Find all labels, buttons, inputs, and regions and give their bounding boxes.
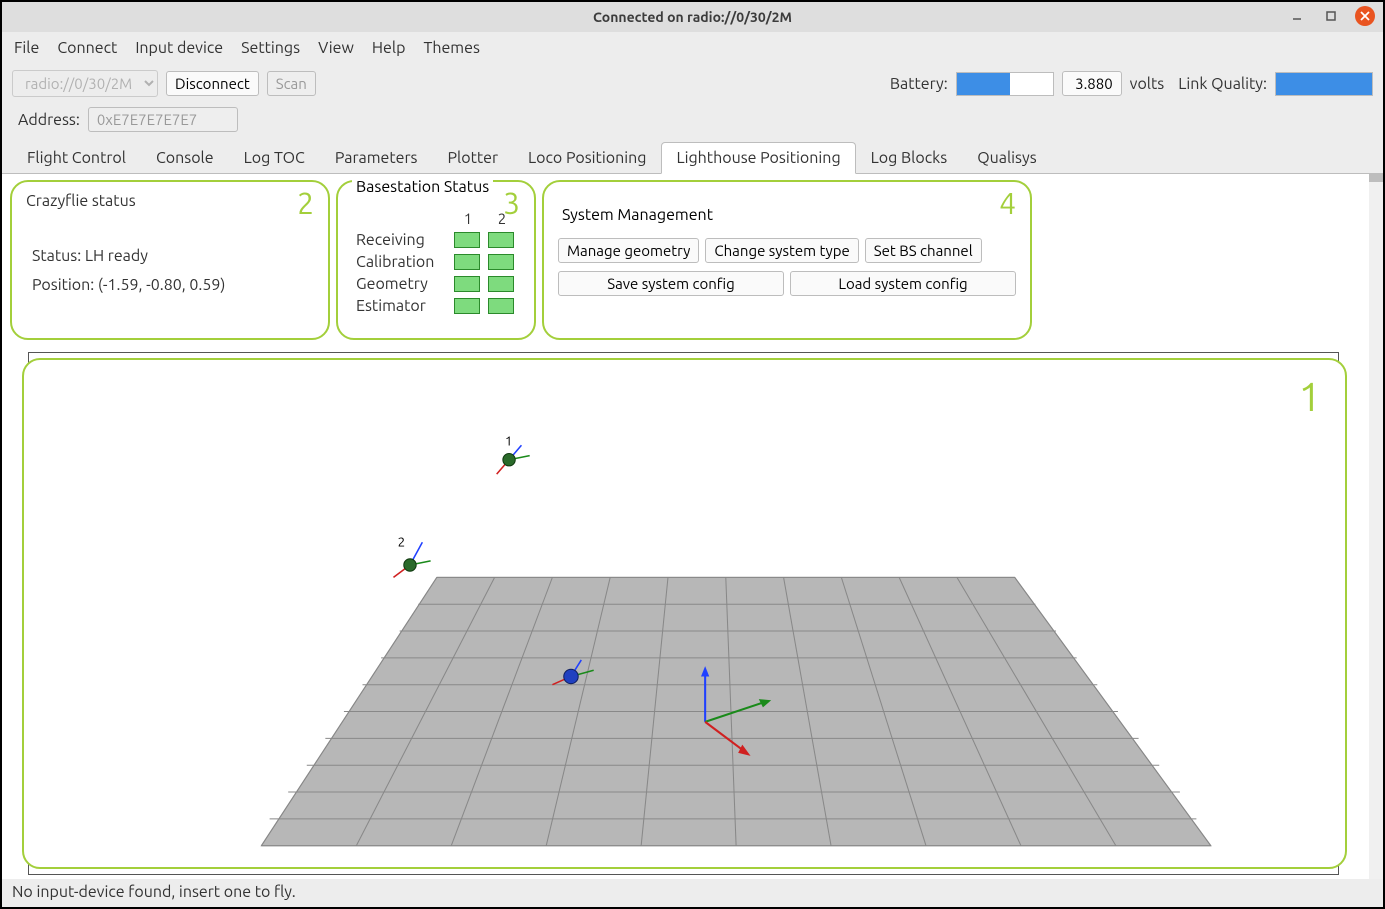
battery-bar: [956, 72, 1054, 96]
scene-svg: 1 2: [24, 360, 1345, 867]
address-field[interactable]: [88, 107, 238, 132]
link-quality-label: Link Quality:: [1178, 75, 1267, 93]
tab-flight-control[interactable]: Flight Control: [12, 142, 141, 173]
menu-bar: File Connect Input device Settings View …: [2, 32, 1383, 64]
battery-label: Battery:: [890, 75, 948, 93]
menu-file[interactable]: File: [14, 39, 39, 57]
battery-value-field[interactable]: [1062, 71, 1122, 96]
link-quality-bar: [1275, 72, 1373, 96]
bs-row-geometry: Geometry: [356, 275, 448, 293]
position-value: (-1.59, -0.80, 0.59): [98, 276, 226, 294]
tab-log-blocks[interactable]: Log Blocks: [856, 142, 963, 173]
position-label: Position:: [32, 276, 94, 294]
address-label: Address:: [18, 111, 80, 129]
tab-bar: Flight Control Console Log TOC Parameter…: [2, 142, 1383, 174]
bs-row-estimator: Estimator: [356, 297, 448, 315]
link-quality-fill: [1276, 73, 1372, 95]
bs-col-1: 1: [454, 210, 482, 227]
tab-plotter[interactable]: Plotter: [432, 142, 513, 173]
system-management-title: System Management: [558, 206, 717, 224]
battery-fill: [957, 73, 1011, 95]
maximize-icon: [1325, 10, 1337, 22]
menu-settings[interactable]: Settings: [241, 39, 300, 57]
bs-2-label: 2: [398, 534, 406, 549]
save-system-config-button[interactable]: Save system config: [558, 271, 784, 296]
set-bs-channel-button[interactable]: Set BS channel: [865, 238, 982, 263]
load-system-config-button[interactable]: Load system config: [790, 271, 1016, 296]
basestation-1-marker-icon: 1: [497, 433, 530, 474]
tab-log-toc[interactable]: Log TOC: [229, 142, 320, 173]
tab-qualisys[interactable]: Qualisys: [962, 142, 1051, 173]
crazyflie-status-title: Crazyflie status: [26, 192, 314, 210]
basestation-2-marker-icon: 2: [393, 534, 430, 577]
status-value: LH ready: [85, 247, 148, 265]
window-title: Connected on radio://0/30/2M: [2, 9, 1383, 25]
menu-input-device[interactable]: Input device: [135, 39, 223, 57]
close-icon: [1359, 10, 1371, 22]
content-scrollbar[interactable]: [1369, 174, 1383, 879]
annotation-2: 2: [297, 186, 314, 220]
bs-cell-receiving-1: [454, 232, 480, 248]
volts-label: volts: [1130, 75, 1165, 93]
toolbar: radio://0/30/2M Disconnect Scan Battery:…: [2, 64, 1383, 103]
bs-cell-calibration-1: [454, 254, 480, 270]
system-management-panel: 4 System Management Manage geometry Chan…: [542, 180, 1032, 340]
menu-view[interactable]: View: [318, 39, 354, 57]
bs-1-label: 1: [505, 433, 513, 448]
address-row: Address:: [2, 103, 1383, 142]
bs-cell-estimator-2: [488, 298, 514, 314]
scan-button[interactable]: Scan: [267, 71, 316, 96]
tab-loco-positioning[interactable]: Loco Positioning: [513, 142, 661, 173]
title-bar: Connected on radio://0/30/2M: [2, 2, 1383, 32]
minimize-icon: [1291, 10, 1303, 22]
change-system-type-button[interactable]: Change system type: [705, 238, 858, 263]
menu-themes[interactable]: Themes: [423, 39, 479, 57]
tab-console[interactable]: Console: [141, 142, 229, 173]
annotation-3: 3: [503, 186, 520, 220]
panels-row: 2 Crazyflie status Status: LH ready Posi…: [2, 174, 1383, 346]
app-window: Connected on radio://0/30/2M File Connec…: [0, 0, 1385, 909]
status-label: Status:: [32, 247, 81, 265]
crazyflie-status-panel: 2 Crazyflie status Status: LH ready Posi…: [10, 180, 330, 340]
bs-cell-geometry-1: [454, 276, 480, 292]
window-controls: [1287, 6, 1375, 26]
uri-select[interactable]: radio://0/30/2M: [12, 70, 158, 97]
basestation-status-title: Basestation Status: [352, 178, 493, 196]
tab-content: 2 Crazyflie status Status: LH ready Posi…: [2, 174, 1383, 879]
status-bar: No input-device found, insert one to fly…: [2, 879, 1383, 907]
close-button[interactable]: [1355, 6, 1375, 26]
maximize-button[interactable]: [1321, 6, 1341, 26]
basestation-status-panel: 3 Basestation Status 1 2 Receiving Calib…: [336, 180, 536, 340]
annotation-4: 4: [999, 186, 1016, 220]
viz-3d[interactable]: 1: [22, 358, 1347, 869]
menu-help[interactable]: Help: [372, 39, 406, 57]
manage-geometry-button[interactable]: Manage geometry: [558, 238, 699, 263]
annotation-1: 1: [1298, 374, 1321, 419]
minimize-button[interactable]: [1287, 6, 1307, 26]
bs-row-receiving: Receiving: [356, 231, 448, 249]
bs-cell-estimator-1: [454, 298, 480, 314]
scrollbar-thumb-top[interactable]: [1369, 174, 1383, 182]
menu-connect[interactable]: Connect: [57, 39, 117, 57]
bs-cell-receiving-2: [488, 232, 514, 248]
bs-row-calibration: Calibration: [356, 253, 448, 271]
tab-parameters[interactable]: Parameters: [320, 142, 433, 173]
disconnect-button[interactable]: Disconnect: [166, 71, 259, 96]
tab-lighthouse-positioning[interactable]: Lighthouse Positioning: [661, 142, 855, 174]
bs-cell-geometry-2: [488, 276, 514, 292]
bs-cell-calibration-2: [488, 254, 514, 270]
